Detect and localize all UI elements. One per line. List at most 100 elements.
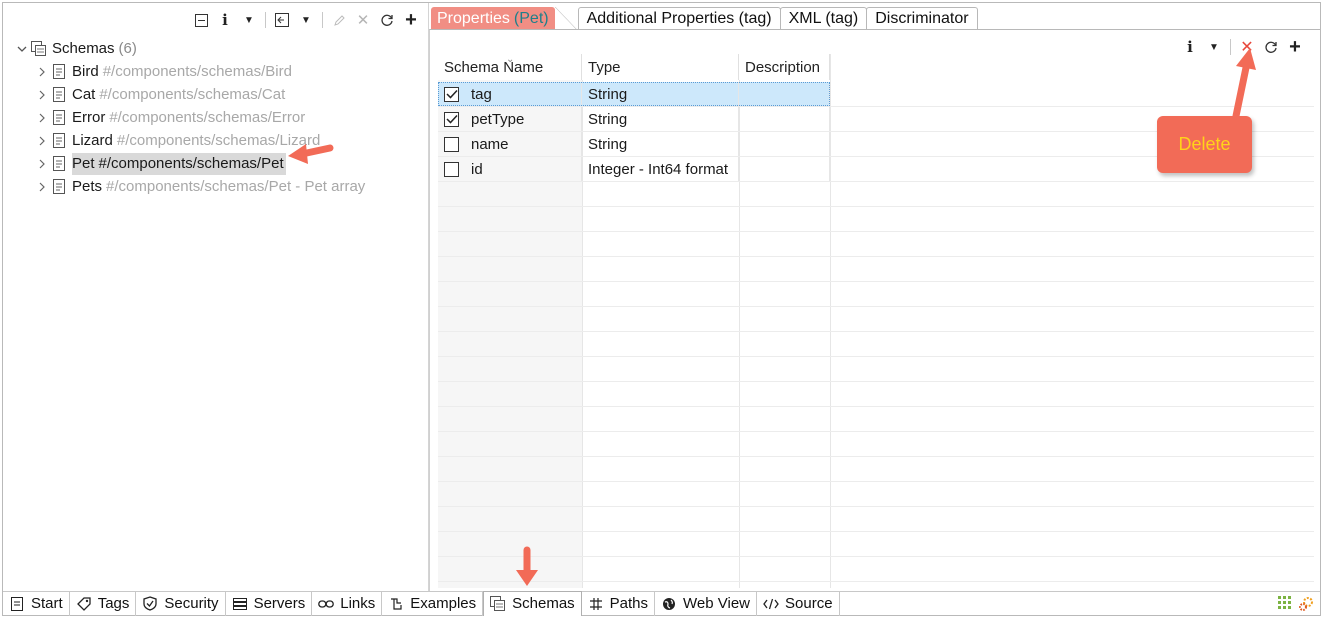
tab-label: XML (tag) xyxy=(788,10,859,27)
info-icon[interactable]: i xyxy=(214,9,236,31)
bottom-tab-paths[interactable]: Paths xyxy=(582,591,656,616)
chevron-right-icon[interactable] xyxy=(33,136,51,146)
tab-label: Schemas xyxy=(512,595,575,612)
header-label: Description xyxy=(745,58,821,76)
tree-item-label: Pets xyxy=(72,178,103,195)
tab-label: Tags xyxy=(97,595,130,612)
bottom-tab-tags[interactable]: Tags xyxy=(70,591,137,616)
bottom-tab-web-view[interactable]: Web View xyxy=(655,591,758,616)
chevron-right-icon[interactable] xyxy=(33,159,51,169)
empty-row xyxy=(438,257,1314,282)
tree-item-error[interactable]: Error #/components/schemas/Error xyxy=(13,106,423,129)
page-icon xyxy=(9,596,25,612)
cell-name: petType xyxy=(438,107,582,131)
cell-type: String xyxy=(582,82,739,106)
bottom-tab-examples[interactable]: Examples xyxy=(382,591,484,616)
schema-doc-icon xyxy=(51,110,67,126)
cell-description[interactable] xyxy=(739,157,830,181)
bottom-tab-schemas[interactable]: Schemas xyxy=(483,590,582,616)
chevron-right-icon[interactable] xyxy=(33,182,51,192)
chevron-right-icon[interactable] xyxy=(33,90,51,100)
header-description[interactable]: Description xyxy=(739,54,830,80)
bottom-tab-links[interactable]: Links xyxy=(312,591,383,616)
tree-item-pets[interactable]: Pets #/components/schemas/Pet - Pet arra… xyxy=(13,175,423,198)
tab-label: Security xyxy=(164,595,219,612)
tab-context: (Pet) xyxy=(513,9,549,27)
empty-row xyxy=(438,307,1314,332)
chevron-right-icon[interactable] xyxy=(33,67,51,77)
empty-row xyxy=(438,182,1314,207)
cell-type: Integer - Int64 format xyxy=(582,157,739,181)
collapse-all-icon[interactable] xyxy=(190,9,212,31)
tab-properties[interactable]: Properties (Pet) xyxy=(431,7,577,30)
schema-tree: Schemas (6) Bird #/components/schemas/Bi… xyxy=(13,37,423,198)
tree-item-path: #/components/schemas/Cat xyxy=(99,86,286,103)
tree-item-pet[interactable]: Pet #/components/schemas/Pet xyxy=(13,152,423,175)
chevron-down-icon[interactable]: ▼ xyxy=(295,9,317,31)
bottom-tab-bar: Start Tags Security Servers Links Exampl… xyxy=(3,590,1320,616)
cell-description[interactable] xyxy=(739,82,830,106)
tree-item-lizard[interactable]: Lizard #/components/schemas/Lizard xyxy=(13,129,423,152)
add-icon[interactable]: + xyxy=(400,9,422,31)
property-type: String xyxy=(588,135,628,153)
empty-row xyxy=(438,407,1314,432)
bottom-tab-servers[interactable]: Servers xyxy=(226,591,313,616)
tree-root-schemas[interactable]: Schemas (6) xyxy=(13,37,423,60)
status-icons xyxy=(1278,596,1314,616)
cell-description[interactable] xyxy=(739,132,830,156)
tag-icon xyxy=(76,596,92,612)
empty-row xyxy=(438,507,1314,532)
tree-item-cat[interactable]: Cat #/components/schemas/Cat xyxy=(13,83,423,106)
code-icon xyxy=(763,596,779,612)
empty-row xyxy=(438,232,1314,257)
schemas-icon xyxy=(490,595,506,612)
header-schema-name[interactable]: ⌄ Schema Name xyxy=(438,54,582,80)
header-type[interactable]: Type xyxy=(582,54,739,80)
tab-label: Web View xyxy=(683,595,751,612)
tab-discriminator[interactable]: Discriminator xyxy=(866,7,978,30)
refresh-icon[interactable] xyxy=(376,9,398,31)
row-checkbox[interactable] xyxy=(444,161,459,177)
export-icon[interactable] xyxy=(271,9,293,31)
table-row[interactable]: tag String xyxy=(438,82,1314,107)
tab-additional-properties[interactable]: Additional Properties (tag) xyxy=(577,7,781,30)
empty-row xyxy=(438,207,1314,232)
row-checkbox[interactable] xyxy=(444,86,459,102)
cell-description[interactable] xyxy=(739,107,830,131)
delete-icon[interactable]: ✕ xyxy=(352,9,374,31)
bottom-tab-security[interactable]: Security xyxy=(136,591,226,616)
cell-name: tag xyxy=(438,82,582,106)
shield-icon xyxy=(142,596,158,612)
tree-toolbar: i ▼ ▼ ✕ + xyxy=(190,9,422,31)
grid-header: ⌄ Schema Name Type Description xyxy=(438,54,830,80)
empty-row xyxy=(438,557,1314,582)
grid-status-icon[interactable] xyxy=(1278,596,1292,616)
empty-row xyxy=(438,357,1314,382)
chevron-down-icon[interactable]: ▼ xyxy=(238,9,260,31)
bottom-tab-start[interactable]: Start xyxy=(3,591,70,616)
bottom-tab-source[interactable]: Source xyxy=(757,591,840,616)
tree-item-bird[interactable]: Bird #/components/schemas/Bird xyxy=(13,60,423,83)
gears-icon[interactable] xyxy=(1298,596,1314,616)
callout-label: Delete xyxy=(1178,134,1231,154)
tree-item-path: #/components/schemas/Pet - Pet array xyxy=(106,178,366,195)
property-name: id xyxy=(471,160,483,178)
tab-xml[interactable]: XML (tag) xyxy=(779,7,868,30)
schema-doc-icon xyxy=(51,87,67,103)
schema-doc-icon xyxy=(51,133,67,149)
property-type: String xyxy=(588,85,628,103)
edit-icon[interactable] xyxy=(328,9,350,31)
chevron-right-icon[interactable] xyxy=(33,113,51,123)
chevron-down-icon[interactable] xyxy=(13,44,31,54)
schema-tree-panel: i ▼ ▼ ✕ + Schemas (6) Bird #/components/… xyxy=(3,3,429,591)
row-checkbox[interactable] xyxy=(444,111,459,127)
row-checkbox[interactable] xyxy=(444,136,459,152)
toolbar-divider xyxy=(322,12,323,28)
tab-label: Links xyxy=(340,595,376,612)
tree-item-label: Bird xyxy=(72,63,99,80)
schema-doc-icon xyxy=(51,64,67,80)
editor-tabs: Properties (Pet) Additional Properties (… xyxy=(431,6,978,30)
tree-item-label: Error xyxy=(72,109,106,126)
sort-indicator-icon: ⌄ xyxy=(506,54,515,65)
tree-item-path: #/components/schemas/Bird xyxy=(102,63,292,80)
